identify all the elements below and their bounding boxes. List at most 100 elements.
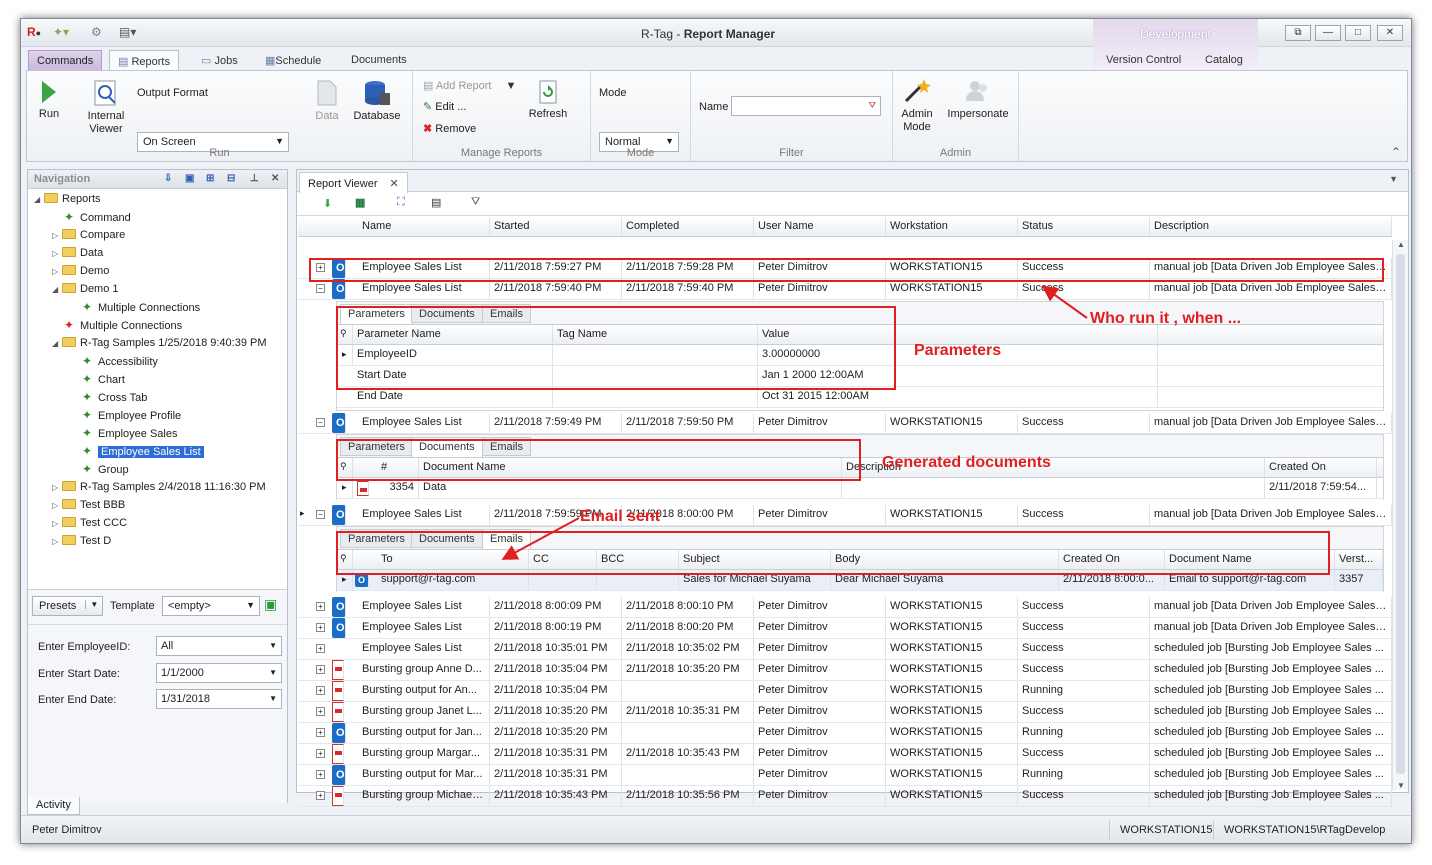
pin-icon[interactable]: ⊥ (250, 173, 259, 184)
table-row[interactable]: + Employee Sales List 2/11/2018 10:35:01 P… (298, 639, 1392, 660)
expander-icon[interactable]: ▷ (52, 533, 62, 551)
table-row[interactable]: − ▸ O Employee Sales List 2/11/2018 7:59:59 … (298, 505, 1392, 526)
tree-node[interactable]: ◢ Demo 1 (52, 280, 119, 298)
save-layout-icon[interactable]: ▣ (185, 173, 194, 184)
clear-filter-icon[interactable]: ⛛ (868, 100, 876, 111)
admin-mode-button[interactable]: Admin Mode (897, 77, 937, 134)
expander-icon[interactable]: ▷ (52, 479, 62, 497)
tree-node[interactable]: ✦ Employee Sales (70, 424, 178, 442)
column-header[interactable]: Workstation (886, 217, 1018, 236)
column-header[interactable]: Status (1018, 217, 1150, 236)
chevron-down-icon[interactable]: ▼ (1389, 174, 1398, 184)
filter-icon[interactable]: ⛛ (471, 196, 480, 209)
tree-node[interactable]: ✦ Multiple Connections (70, 298, 200, 316)
scroll-down-icon[interactable]: ▼ (1397, 781, 1405, 790)
save-template-icon[interactable]: ▣ (264, 596, 277, 613)
tree-node[interactable]: ◢ Reports (34, 190, 101, 208)
tree-node[interactable]: ▷ Demo (52, 262, 109, 280)
tree-node[interactable]: ✦ Multiple Connections (52, 316, 182, 334)
param-end-date-picker[interactable]: 1/31/2018 ▼ (156, 689, 282, 709)
vertical-scrollbar[interactable]: ▲ ▼ (1392, 240, 1408, 790)
sync-icon[interactable]: ⇩ (164, 173, 172, 184)
expand-row-icon[interactable]: − (316, 418, 325, 427)
tree-node[interactable]: ◢ R-Tag Samples 1/25/2018 9:40:39 PM (52, 334, 267, 352)
expander-icon[interactable]: ▷ (52, 497, 62, 515)
expander-icon[interactable]: ▷ (52, 515, 62, 533)
expand-all-icon[interactable]: ⊞ (206, 173, 214, 184)
tab-version-control[interactable]: Version Control (1098, 50, 1189, 72)
remove-button[interactable]: ✖ Remove (423, 122, 476, 135)
column-header[interactable]: Description (1150, 217, 1392, 236)
expand-row-icon[interactable]: + (316, 623, 325, 632)
table-row[interactable]: + Bursting group Margar... 2/11/2018 10:35… (298, 744, 1392, 765)
expand-row-icon[interactable]: + (316, 686, 325, 695)
scroll-up-icon[interactable]: ▲ (1397, 240, 1405, 249)
table-row[interactable]: + Bursting group Anne D... 2/11/2018 10:35… (298, 660, 1392, 681)
expand-row-icon[interactable]: − (316, 510, 325, 519)
close-icon[interactable]: ✕ (390, 178, 399, 190)
database-button[interactable]: Database (353, 79, 401, 123)
tree-node[interactable]: ✦ Employee Sales List (70, 442, 204, 460)
tree-node[interactable]: ✦ Accessibility (70, 352, 158, 370)
column-header[interactable]: Started (490, 217, 622, 236)
expander-icon[interactable]: ◢ (52, 281, 62, 299)
expand-row-icon[interactable]: + (316, 665, 325, 674)
table-row[interactable]: + O Bursting output for Mar... 2/11/2018 10… (298, 765, 1392, 786)
close-button[interactable]: ✕ (1377, 25, 1403, 41)
tree-node[interactable]: ✦ Cross Tab (70, 388, 147, 406)
expand-row-icon[interactable]: + (316, 728, 325, 737)
tree-node[interactable]: ▷ Compare (52, 226, 125, 244)
table-row[interactable]: − O Employee Sales List 2/11/2018 7:59:40 P… (298, 279, 1392, 300)
tree-node[interactable]: ✦ Chart (70, 370, 125, 388)
column-header[interactable]: User Name (754, 217, 886, 236)
tree-node[interactable]: ▷ R-Tag Samples 2/4/2018 11:16:30 PM (52, 478, 266, 496)
expand-row-icon[interactable]: + (316, 770, 325, 779)
tab-activity[interactable]: Activity (27, 797, 80, 815)
tab-report-viewer[interactable]: Report Viewer ✕ (299, 172, 408, 193)
collapse-all-icon[interactable]: ⊟ (227, 173, 235, 184)
tab-schedule[interactable]: ▦Schedule (257, 50, 329, 72)
column-header[interactable]: Verst... (1335, 550, 1383, 569)
data-button[interactable]: Data (309, 79, 345, 123)
close-icon[interactable]: ✕ (271, 173, 279, 184)
expander-icon[interactable]: ▷ (52, 227, 62, 245)
internal-viewer-button[interactable]: Internal Viewer (81, 79, 131, 136)
expand-row-icon[interactable]: + (316, 602, 325, 611)
param-start-date-picker[interactable]: 1/1/2000 ▼ (156, 663, 282, 683)
tree-node[interactable]: ✦ Command (52, 208, 131, 226)
detail-row[interactable]: ▸ 3354 Data 2/11/2018 7:59:54... (337, 478, 1383, 499)
table-row[interactable]: + O Employee Sales List 2/11/2018 8:00:19 P… (298, 618, 1392, 639)
tab-documents[interactable]: Documents (343, 50, 415, 72)
maximize-button[interactable]: □ (1345, 25, 1371, 41)
presets-button[interactable]: Presets ▼ (32, 596, 104, 616)
table-row[interactable]: + Bursting output for An... 2/11/2018 10:3… (298, 681, 1392, 702)
table-row[interactable]: + O Employee Sales List 2/11/2018 8:00:09 P… (298, 597, 1392, 618)
table-row[interactable]: + Bursting group Michael ... 2/11/2018 10:… (298, 786, 1392, 807)
scroll-thumb[interactable] (1396, 254, 1405, 774)
layout-menu-icon[interactable]: ▤▾ (119, 25, 136, 39)
param-employeeid-select[interactable]: All ▼ (156, 636, 282, 656)
table-row[interactable]: + O Bursting output for Jan... 2/11/2018 10… (298, 723, 1392, 744)
expand-row-icon[interactable]: + (316, 749, 325, 758)
tree-node[interactable]: ▷ Test BBB (52, 496, 125, 514)
add-report-button[interactable]: ▤ Add Report ▼ (423, 79, 516, 92)
excel-icon[interactable]: ▦ (355, 196, 365, 209)
column-header[interactable]: Completed (622, 217, 754, 236)
impersonate-button[interactable]: Impersonate (943, 77, 1013, 121)
refresh-button[interactable]: Refresh (523, 79, 573, 121)
tree-node[interactable]: ▷ Test CCC (52, 514, 127, 532)
tree-node[interactable]: ▷ Test D (52, 532, 111, 550)
template-select[interactable]: <empty> ▼ (162, 596, 260, 616)
run-button[interactable]: Run (33, 79, 65, 121)
columns-icon[interactable]: ▤ (431, 196, 441, 209)
name-filter-input[interactable]: ⛛ (731, 96, 881, 116)
expander-icon[interactable]: ▷ (52, 263, 62, 281)
tab-commands[interactable]: Commands (28, 50, 103, 72)
restore-layout-button[interactable]: ⧉ (1285, 25, 1311, 41)
tree-node[interactable]: ✦ Group (70, 460, 129, 478)
expander-icon[interactable]: ▷ (52, 245, 62, 263)
tree-node[interactable]: ▷ Data (52, 244, 103, 262)
zoom-fit-icon[interactable]: ⛶ (397, 196, 405, 209)
expand-row-icon[interactable]: + (316, 707, 325, 716)
detail-row[interactable]: End Date Oct 31 2015 12:00AM (337, 387, 1383, 408)
